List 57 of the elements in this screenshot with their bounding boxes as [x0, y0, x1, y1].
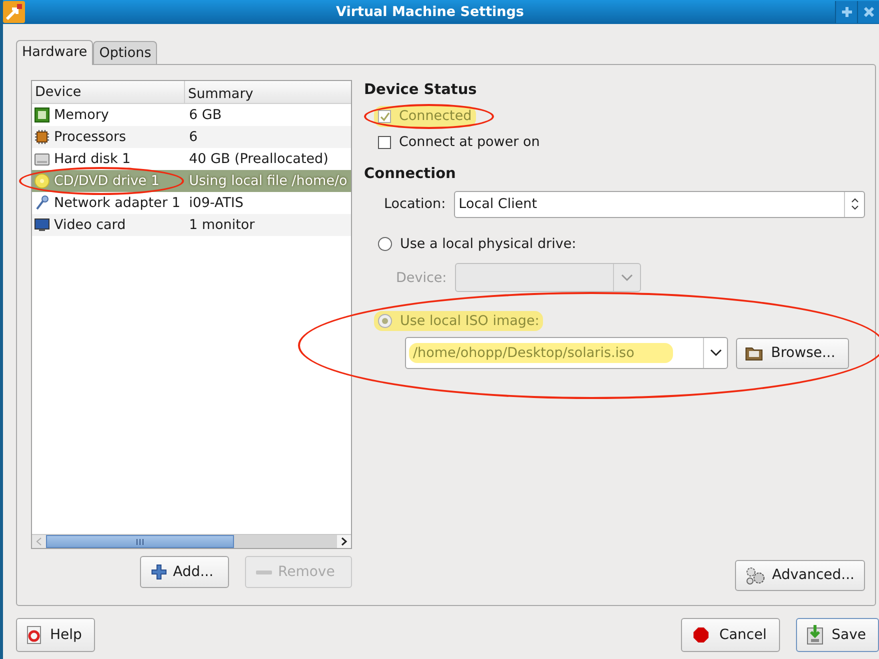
- table-cell-text: i09-ATIS: [188, 194, 244, 214]
- radio-button[interactable]: Use a local physical drive:: [374, 234, 580, 254]
- minus-icon: [256, 570, 272, 575]
- window-title: Virtual Machine Settings: [336, 4, 524, 20]
- lifebuoy-icon: [27, 626, 41, 644]
- processor-icon: [34, 129, 50, 146]
- caret-icon: [620, 274, 633, 282]
- device-row[interactable]: Hard disk 1 40 GB (Preallocated): [32, 148, 351, 170]
- close-button[interactable]: [857, 1, 879, 23]
- save-button[interactable]: Save: [796, 618, 879, 652]
- column-header: Summary: [187, 85, 254, 104]
- table-cell-text: CD/DVD drive 1: [54, 172, 160, 192]
- section-heading: Device Status: [364, 81, 478, 100]
- stop-icon: [692, 626, 710, 644]
- table-cell-text: 6 GB: [188, 106, 223, 126]
- gears-icon: [744, 566, 766, 586]
- app-icon: [3, 1, 25, 23]
- table-cell-text: Processors: [54, 128, 126, 148]
- updown-icon: [850, 198, 858, 210]
- plus-icon: [151, 564, 167, 580]
- close-icon: [862, 6, 874, 18]
- device-row[interactable]: Video card 1 monitor: [32, 214, 351, 236]
- table-cell-text: Using local file /home/o: [188, 172, 348, 192]
- network-plug-icon: [34, 195, 50, 212]
- table-cell-text: Memory: [54, 106, 109, 126]
- monitor-icon: [34, 217, 50, 234]
- table-cell-text: 40 GB (Preallocated): [188, 150, 330, 170]
- device-row[interactable]: Memory 6 GB: [32, 104, 351, 126]
- table-cell-text: Video card: [54, 216, 126, 236]
- advanced-button[interactable]: Advanced...: [735, 560, 865, 592]
- add-button[interactable]: Add...: [140, 556, 229, 588]
- device-row[interactable]: Processors 6: [32, 126, 351, 148]
- help-button[interactable]: Help: [16, 618, 95, 652]
- table-cell-text: 1 monitor: [188, 216, 256, 236]
- field-label: Location:: [384, 195, 446, 214]
- memory-chip-icon: [34, 107, 50, 124]
- table-cell-text: Hard disk 1: [54, 150, 131, 170]
- tab[interactable]: Options: [93, 41, 158, 64]
- cancel-button[interactable]: Cancel: [681, 618, 780, 652]
- field-label: Device:: [396, 268, 447, 288]
- section-heading: Connection: [364, 165, 457, 184]
- tab[interactable]: Hardware: [16, 40, 94, 66]
- plus-icon: [840, 6, 852, 18]
- column-header: Device: [32, 81, 185, 104]
- checkmark-icon: [380, 112, 390, 122]
- device-row[interactable]: Network adapter 1 i09-ATIS: [32, 192, 351, 214]
- disc-icon: [34, 173, 50, 190]
- checkbox[interactable]: Connect at power on: [374, 132, 544, 153]
- table-cell-text: Network adapter 1: [54, 194, 180, 214]
- table-cell-text: 6: [188, 128, 199, 148]
- caret-icon: [710, 349, 722, 358]
- save-icon: [806, 625, 823, 646]
- horizontal-scrollbar[interactable]: [32, 534, 351, 548]
- location-dropdown[interactable]: Local Client: [454, 190, 865, 218]
- folder-icon: [745, 345, 763, 362]
- maximize-button[interactable]: [835, 1, 857, 23]
- grip-icon: [136, 538, 144, 545]
